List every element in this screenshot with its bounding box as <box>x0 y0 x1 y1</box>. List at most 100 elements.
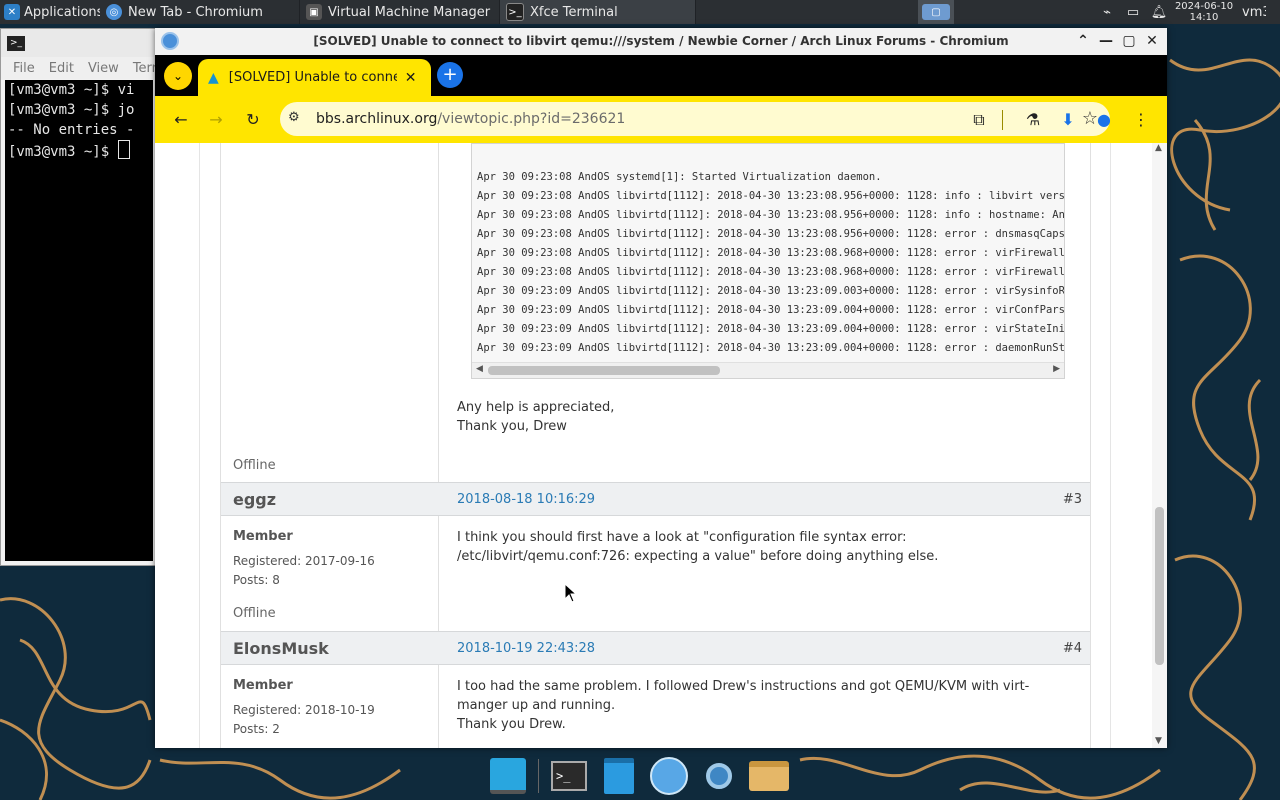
profile-avatar-icon[interactable]: ● <box>1092 108 1116 132</box>
code-horizontal-scrollbar[interactable]: ◀ ▶ <box>472 362 1064 378</box>
post-2-userinfo: Offline <box>221 143 439 482</box>
workspace-icon: ▢ <box>922 4 950 20</box>
terminal-icon: >_ <box>7 35 25 51</box>
page-scroll-thumb[interactable] <box>1155 507 1164 665</box>
post-4-text: I too had the same problem. I followed D… <box>457 679 1030 713</box>
window-titlebar[interactable]: [SOLVED] Unable to connect to libvirt qe… <box>155 28 1167 55</box>
terminal-titlebar[interactable]: >_ <box>1 29 155 57</box>
menu-kebab-icon[interactable]: ⋮ <box>1129 108 1153 132</box>
scroll-right-icon[interactable]: ▶ <box>1053 364 1060 374</box>
task-label: New Tab - Chromium <box>128 4 263 20</box>
code-line: Apr 30 09:23:08 AndOS libvirtd[1112]: 20… <box>477 228 1065 240</box>
notification-bell-icon[interactable]: 🔔︎ <box>1146 0 1172 24</box>
close-button[interactable]: ✕ <box>1143 32 1161 50</box>
post-4-posts: Posts: 2 <box>233 722 280 736</box>
chevron-up-icon[interactable]: ⌃ <box>1074 32 1092 50</box>
task-chromium[interactable]: ◎ New Tab - Chromium <box>100 0 300 24</box>
page-viewport[interactable]: Offline Apr 30 09:23:08 AndOS systemd[1]… <box>155 143 1167 748</box>
vm-manager-icon: ▣ <box>306 4 322 20</box>
extensions-icon[interactable]: ⧉ <box>967 108 991 132</box>
post-4-date-link[interactable]: 2018-10-19 22:43:28 <box>457 641 595 656</box>
terminal-screen[interactable]: [vm3@vm3 ~]$ vi [vm3@vm3 ~]$ jo -- No entr… <box>5 80 153 561</box>
code-lines: Apr 30 09:23:08 AndOS systemd[1]: Starte… <box>472 168 1064 358</box>
window-title: [SOLVED] Unable to connect to libvirt qe… <box>313 34 1009 48</box>
page-vertical-scrollbar[interactable]: ▲ ▼ <box>1152 143 1167 748</box>
post-4-userinfo: Member Registered: 2018-10-19 Posts: 2 <box>221 665 439 748</box>
terminal-menubar: File Edit View Terr <box>1 57 157 79</box>
code-block[interactable]: Apr 30 09:23:08 AndOS systemd[1]: Starte… <box>471 143 1065 379</box>
chromium-window[interactable]: [SOLVED] Unable to connect to libvirt qe… <box>155 28 1167 748</box>
code-line: Apr 30 09:23:08 AndOS libvirtd[1112]: 20… <box>477 190 1065 202</box>
code-line: Apr 30 09:23:09 AndOS libvirtd[1112]: 20… <box>477 323 1065 335</box>
forum-page: Offline Apr 30 09:23:08 AndOS systemd[1]… <box>199 143 1111 748</box>
post-3-registered: Registered: 2017-09-16 <box>233 554 375 568</box>
post-2-text: Thank you, Drew <box>457 419 567 434</box>
clock-time: 14:10 <box>1189 12 1219 23</box>
folder-icon[interactable] <box>749 756 789 796</box>
code-line: Apr 30 09:23:08 AndOS libvirtd[1112]: 20… <box>477 266 1065 278</box>
post-4-author[interactable]: ElonsMusk <box>233 639 329 658</box>
post-4-rank: Member <box>233 678 293 693</box>
reload-icon[interactable]: ↻ <box>241 108 265 132</box>
code-line: Apr 30 09:23:09 AndOS libvirtd[1112]: 20… <box>477 304 1065 316</box>
terminal-window[interactable]: >_ File Edit View Terr [vm3@vm3 ~]$ vi [v… <box>0 28 157 566</box>
network-icon[interactable]: ⌁ <box>1094 0 1120 24</box>
code-line: Apr 30 09:23:09 AndOS libvirtd[1112]: 20… <box>477 342 1065 354</box>
battery-icon[interactable]: ▭ <box>1120 0 1146 24</box>
post-4-header: ElonsMusk 2018-10-19 22:43:28 #4 <box>221 631 1090 665</box>
post-4-message: I too had the same problem. I followed D… <box>457 677 1076 734</box>
workspace-switcher[interactable]: ▢ <box>918 0 954 24</box>
post-3-date-link[interactable]: 2018-08-18 10:16:29 <box>457 492 595 507</box>
chromium-icon: ◎ <box>106 4 122 20</box>
minimize-button[interactable]: — <box>1097 32 1115 50</box>
post-2-message: Any help is appreciated, Thank you, Drew <box>457 398 1076 436</box>
new-tab-button[interactable]: + <box>437 62 463 88</box>
post-3-header: eggz 2018-08-18 10:16:29 #3 <box>221 482 1090 516</box>
mouse-pointer-icon <box>564 583 578 603</box>
files-icon[interactable] <box>599 756 639 796</box>
top-panel: ✕ Applications ◎ New Tab - Chromium ▣ Vi… <box>0 0 1280 24</box>
maximize-button[interactable]: ▢ <box>1120 32 1138 50</box>
tab-close-icon[interactable]: ✕ <box>405 70 417 86</box>
tab-active[interactable]: ▲ [SOLVED] Unable to connect to libvirt … <box>198 59 431 96</box>
tab-search-button[interactable]: ⌄ <box>164 62 192 90</box>
post-3-body: Member Registered: 2017-09-16 Posts: 8 O… <box>221 516 1090 632</box>
user-menu[interactable]: vm3 <box>1236 0 1266 24</box>
post-3-author[interactable]: eggz <box>233 490 276 509</box>
workspace-icon[interactable] <box>488 756 528 796</box>
post-3-number: #3 <box>1062 492 1082 507</box>
tab-title: [SOLVED] Unable to connect to libvirt qe… <box>228 70 397 85</box>
code-scroll-thumb[interactable] <box>488 366 720 375</box>
search-icon[interactable] <box>699 756 739 796</box>
post-2-status: Offline <box>233 458 276 473</box>
post-2-text: Any help is appreciated, <box>457 400 615 415</box>
applications-label: Applications <box>24 4 100 20</box>
scroll-down-icon[interactable]: ▼ <box>1155 736 1162 746</box>
task-label: Virtual Machine Manager <box>328 4 491 20</box>
menu-view[interactable]: View <box>88 61 119 76</box>
clock[interactable]: 2024-06-10 14:10 <box>1172 0 1236 24</box>
task-vm-manager[interactable]: ▣ Virtual Machine Manager <box>300 0 500 24</box>
menu-edit[interactable]: Edit <box>49 61 74 76</box>
menu-file[interactable]: File <box>13 61 35 76</box>
menu-terminal[interactable]: Terr <box>133 61 157 76</box>
url-path: /viewtopic.php?id=236621 <box>437 111 626 127</box>
browser-toolbar: ← → ↻ ⚙ bbs.archlinux.org/viewtopic.php?… <box>155 96 1167 143</box>
code-line: Apr 30 09:23:08 AndOS libvirtd[1112]: 20… <box>477 209 1065 221</box>
site-info-icon[interactable]: ⚙ <box>288 110 300 125</box>
labs-flask-icon[interactable]: ⚗ <box>1021 108 1045 132</box>
back-arrow-icon[interactable]: ← <box>169 108 193 132</box>
scroll-up-icon[interactable]: ▲ <box>1155 143 1162 153</box>
download-icon[interactable]: ⬇ <box>1056 108 1080 132</box>
dock: >_ <box>488 752 793 800</box>
web-browser-icon[interactable] <box>649 756 689 796</box>
terminal-line: [vm3@vm3 ~]$ vi <box>8 82 135 98</box>
post-3: eggz 2018-08-18 10:16:29 #3 Member Regis… <box>220 482 1091 632</box>
terminal-cursor <box>117 140 130 159</box>
scroll-left-icon[interactable]: ◀ <box>476 364 483 374</box>
xfce-icon: ✕ <box>4 4 20 20</box>
task-terminal[interactable]: >_ Xfce Terminal <box>500 0 696 24</box>
applications-menu[interactable]: ✕ Applications <box>0 0 100 24</box>
terminal-icon[interactable]: >_ <box>549 756 589 796</box>
forward-arrow-icon[interactable]: → <box>204 108 228 132</box>
